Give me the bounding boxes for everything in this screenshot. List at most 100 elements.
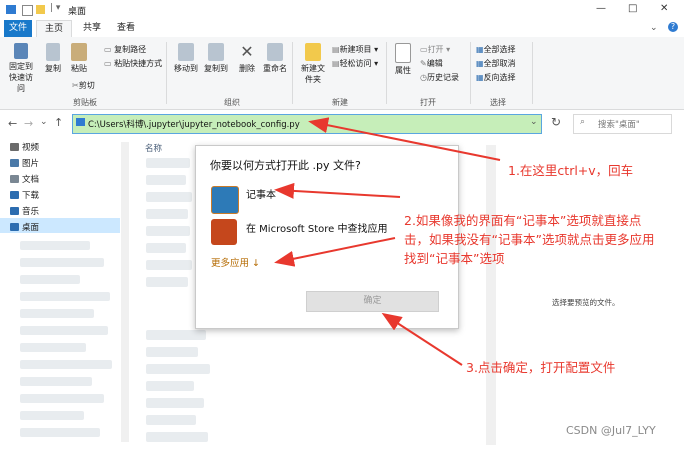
copy-path-icon: ▭ xyxy=(104,45,115,54)
blurred-sidebar-item[interactable] xyxy=(20,292,110,301)
delete-button[interactable]: ✕ 删除 xyxy=(236,43,258,74)
select-none-icon: ▦ xyxy=(476,59,484,68)
annotation-step3: 3.点击确定，打开配置文件 xyxy=(466,360,616,375)
new-folder-button[interactable]: 新建文件夹 xyxy=(298,43,328,85)
store-option-label: 在 Microsoft Store 中查找应用 xyxy=(246,224,388,235)
blurred-sidebar-item[interactable] xyxy=(20,411,84,420)
music-icon xyxy=(10,207,19,215)
blurred-sidebar-item[interactable] xyxy=(20,275,80,284)
edit-button[interactable]: ✎编辑 xyxy=(420,58,443,69)
paste-icon xyxy=(71,43,87,61)
copy-path-button[interactable]: ▭ 复制路径 xyxy=(104,44,146,55)
copy-icon xyxy=(46,43,60,61)
tab-view[interactable]: 查看 xyxy=(112,20,140,37)
blurred-file-row[interactable] xyxy=(146,209,188,219)
cut-button[interactable]: ✂剪切 xyxy=(72,80,95,91)
help-icon[interactable]: ? xyxy=(668,22,678,32)
recent-dropdown-icon[interactable]: ⌄ xyxy=(40,117,48,127)
column-header-name[interactable]: 名称 xyxy=(145,142,162,154)
blurred-sidebar-item[interactable] xyxy=(20,360,112,369)
properties-button[interactable]: 属性 xyxy=(392,43,414,76)
blurred-file-row[interactable] xyxy=(146,347,198,357)
preview-pane xyxy=(486,145,676,445)
sidebar-item-music[interactable]: 音乐 xyxy=(22,205,39,217)
blurred-file-row[interactable] xyxy=(146,226,190,236)
paste-button[interactable]: 粘贴 xyxy=(68,43,90,74)
back-arrow-icon[interactable]: ← xyxy=(8,117,17,130)
blurred-sidebar-item[interactable] xyxy=(20,428,100,437)
refresh-icon[interactable]: ↻ xyxy=(551,115,561,129)
ok-button[interactable]: 确定 xyxy=(306,291,439,312)
invert-selection-button[interactable]: ▦反向选择 xyxy=(476,72,516,83)
properties-quick-icon[interactable] xyxy=(22,5,33,16)
blurred-file-row[interactable] xyxy=(146,330,206,340)
open-button[interactable]: ▭打开 ▾ xyxy=(420,44,450,55)
blurred-file-row[interactable] xyxy=(146,260,192,270)
quick-access-dropdown-icon[interactable]: | ▾ xyxy=(50,3,60,13)
sidebar-item-videos[interactable]: 视频 xyxy=(22,141,39,153)
blurred-file-row[interactable] xyxy=(146,415,196,425)
open-icon: ▭ xyxy=(420,45,428,54)
sidebar-item-documents[interactable]: 文档 xyxy=(22,173,39,185)
more-apps-link[interactable]: 更多应用 ↓ xyxy=(211,255,260,269)
open-group-label: 打开 xyxy=(420,98,436,107)
sidebar-item-pictures[interactable]: 图片 xyxy=(22,157,39,169)
tab-share[interactable]: 共享 xyxy=(78,20,106,37)
pin-quick-access-button[interactable]: 固定到快速访问 xyxy=(4,43,38,94)
blurred-file-row[interactable] xyxy=(146,158,190,168)
blurred-sidebar-item[interactable] xyxy=(20,394,104,403)
download-icon xyxy=(10,191,19,199)
blurred-file-row[interactable] xyxy=(146,398,204,408)
move-to-button[interactable]: 移动到 xyxy=(172,43,200,74)
blurred-sidebar-item[interactable] xyxy=(20,241,90,250)
forward-arrow-icon[interactable]: → xyxy=(24,117,33,130)
blurred-file-row[interactable] xyxy=(146,381,194,391)
blurred-sidebar-item[interactable] xyxy=(20,326,108,335)
cut-icon: ✂ xyxy=(72,81,79,90)
blurred-file-row[interactable] xyxy=(146,432,208,442)
new-item-button[interactable]: ▤新建项目 ▾ xyxy=(332,44,378,55)
sidebar-item-desktop[interactable]: 桌面 xyxy=(22,221,39,233)
maximize-button[interactable]: □ xyxy=(628,3,637,14)
blurred-file-row[interactable] xyxy=(146,364,210,374)
tab-file[interactable]: 文件 xyxy=(4,20,32,37)
blurred-file-row[interactable] xyxy=(146,175,186,185)
copy-button[interactable]: 复制 xyxy=(42,43,64,74)
blurred-file-row[interactable] xyxy=(146,243,186,253)
desktop-icon xyxy=(10,223,19,231)
select-all-button[interactable]: ▦全部选择 xyxy=(476,44,516,55)
sidebar-item-downloads[interactable]: 下载 xyxy=(22,189,39,201)
new-folder-icon xyxy=(305,43,321,61)
blurred-sidebar-item[interactable] xyxy=(20,377,92,386)
clipboard-group-label: 剪贴板 xyxy=(73,98,97,107)
address-folder-icon xyxy=(76,118,85,126)
blurred-sidebar-item[interactable] xyxy=(20,258,104,267)
invert-selection-icon: ▦ xyxy=(476,73,484,82)
ribbon-separator xyxy=(166,42,167,104)
file-list-scrollbar[interactable] xyxy=(486,145,496,445)
rename-button[interactable]: 重命名 xyxy=(262,43,288,74)
annotation-step2-line1: 2.如果像我的界面有“记事本”选项就直接点 xyxy=(404,213,642,228)
up-arrow-icon[interactable]: ↑ xyxy=(54,116,63,129)
blurred-file-row[interactable] xyxy=(146,277,188,287)
paste-shortcut-button[interactable]: ▭ 粘贴快捷方式 xyxy=(104,58,162,69)
sidebar-scrollbar[interactable] xyxy=(121,142,129,442)
pin-label: 固定到快速访问 xyxy=(9,62,33,93)
ribbon-collapse-icon[interactable]: ⌄ xyxy=(650,23,658,33)
close-button[interactable]: ✕ xyxy=(660,3,668,14)
address-dropdown-icon[interactable]: ⌄ xyxy=(530,117,538,127)
blurred-file-row[interactable] xyxy=(146,192,192,202)
copy-to-icon xyxy=(208,43,224,61)
select-none-button[interactable]: ▦全部取消 xyxy=(476,58,516,69)
delete-icon: ✕ xyxy=(240,42,254,61)
copy-to-button[interactable]: 复制到 xyxy=(202,43,230,74)
blurred-sidebar-item[interactable] xyxy=(20,343,86,352)
edit-icon: ✎ xyxy=(420,59,427,68)
minimize-button[interactable]: — xyxy=(596,3,606,14)
history-button[interactable]: ◷历史记录 xyxy=(420,72,459,83)
easy-access-button[interactable]: ▤轻松访问 ▾ xyxy=(332,58,378,69)
window-title: 桌面 xyxy=(68,7,87,17)
blurred-sidebar-item[interactable] xyxy=(20,309,94,318)
new-folder-quick-icon[interactable] xyxy=(36,5,45,14)
tab-home[interactable]: 主页 xyxy=(36,20,72,38)
